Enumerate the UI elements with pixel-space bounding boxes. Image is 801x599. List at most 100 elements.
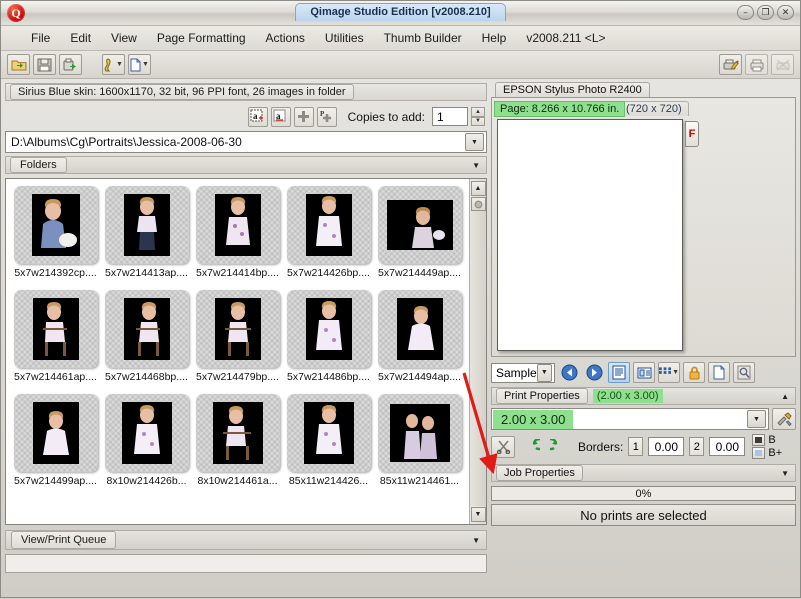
thumbnail-scrollbar[interactable]: ▲ ▼ — [469, 179, 486, 524]
menu-thumb-builder[interactable]: Thumb Builder — [374, 28, 472, 48]
folders-bar[interactable]: Folders ▼ — [5, 156, 487, 174]
page-flag-tab[interactable]: F — [685, 121, 699, 147]
job-properties-expand-icon[interactable]: ▼ — [781, 469, 789, 478]
list-view-icon[interactable] — [633, 362, 655, 383]
chevron-down-icon[interactable]: ▼ — [116, 61, 123, 68]
thumbnail-frame[interactable] — [377, 394, 462, 472]
thumbnail-frame[interactable] — [13, 394, 98, 472]
thumbnail-frame[interactable] — [195, 186, 280, 264]
scroll-down-button[interactable]: ▼ — [470, 507, 486, 522]
menu-file[interactable]: File — [21, 28, 60, 48]
stepper-up[interactable]: ▲ — [471, 107, 485, 117]
print-cell[interactable] — [591, 129, 631, 198]
thumbnail-photo[interactable] — [121, 402, 172, 464]
thumbnail-frame[interactable] — [377, 290, 462, 368]
thumbnail-item[interactable]: 8x10w214461a... — [192, 391, 283, 487]
thumbnail-item[interactable]: 8x10w214426b... — [101, 391, 192, 487]
lock-icon[interactable] — [683, 362, 705, 383]
new-doc-icon[interactable] — [708, 362, 730, 383]
job-properties-tab[interactable]: Job Properties — [496, 464, 583, 481]
thumbnail-photo[interactable] — [32, 402, 79, 464]
print-edit-icon[interactable] — [719, 54, 742, 75]
border1-input[interactable]: 0.00 — [648, 437, 685, 456]
save-icon[interactable] — [33, 54, 56, 75]
page-view-icon[interactable] — [608, 362, 630, 383]
print-cell[interactable] — [591, 272, 631, 341]
menu-help[interactable]: Help — [472, 28, 517, 48]
print-properties-collapse-icon[interactable]: ▲ — [781, 392, 789, 401]
grid-dropdown-icon[interactable]: ▼ — [672, 369, 679, 376]
print-cell[interactable] — [549, 129, 589, 198]
page-sheet[interactable] — [497, 119, 683, 351]
folder-path-dropdown-icon[interactable]: ▼ — [465, 133, 484, 151]
thumbnail-photo[interactable] — [305, 298, 352, 360]
thumbnail-photo[interactable] — [214, 298, 261, 360]
job-properties-bar[interactable]: Job Properties ▼ — [491, 464, 796, 482]
chevron-down-icon-2[interactable]: ▼ — [142, 61, 149, 68]
view-print-queue-tab[interactable]: View/Print Queue — [11, 530, 117, 549]
menu-page-formatting[interactable]: Page Formatting — [147, 28, 256, 48]
scroll-thumb[interactable] — [470, 197, 486, 211]
thumbnail-item[interactable]: 5x7w214426bp.... — [283, 183, 374, 279]
thumbnail-item[interactable]: 5x7w214479bp.... — [192, 287, 283, 383]
print-cell[interactable] — [508, 200, 548, 270]
thumbnail-frame[interactable] — [104, 290, 189, 368]
rotate-left-icon[interactable] — [520, 436, 542, 457]
thumbnail-frame[interactable] — [13, 186, 98, 264]
add-all-icon[interactable]: a — [247, 106, 268, 127]
thumbnail-panel[interactable]: 5x7w214392cp.... 5x7w214413ap.... 5x7w21… — [5, 178, 487, 525]
copies-input[interactable]: 1 — [432, 107, 468, 126]
thumbnail-photo[interactable] — [214, 194, 261, 256]
print-cell[interactable] — [549, 272, 589, 341]
open-folder-icon[interactable] — [7, 54, 30, 75]
menu-utilities[interactable]: Utilities — [315, 28, 374, 48]
border-mode-bplus[interactable]: B+ — [752, 447, 782, 459]
thumbnail-frame[interactable] — [195, 394, 280, 472]
thumbnail-frame[interactable] — [286, 394, 371, 472]
thumbnail-item[interactable]: 85x11w214426... — [283, 391, 374, 487]
print-cell[interactable] — [591, 200, 631, 270]
thumbnail-photo[interactable] — [123, 194, 170, 256]
copies-stepper[interactable]: ▲ ▼ — [471, 107, 485, 126]
thumbnail-photo[interactable] — [386, 200, 453, 250]
plus-icon[interactable] — [293, 106, 314, 127]
thumbnail-item[interactable]: 5x7w214499ap.... — [10, 391, 101, 487]
menu-actions[interactable]: Actions — [256, 28, 315, 48]
sample-value[interactable]: Sample — [492, 366, 537, 380]
thumbnail-photo[interactable] — [212, 402, 263, 464]
thumbnail-item[interactable]: 5x7w214486bp.... — [283, 287, 374, 383]
print-properties-tab[interactable]: Print Properties — [496, 387, 588, 404]
thumbnail-item[interactable]: 5x7w214414bp.... — [192, 183, 283, 279]
thumbnail-item[interactable]: 5x7w214494ap.... — [374, 287, 465, 383]
menu-edit[interactable]: Edit — [60, 28, 101, 48]
print-cell[interactable] — [549, 200, 589, 270]
preview-icon[interactable] — [733, 362, 755, 383]
thumbnail-frame[interactable] — [13, 290, 98, 368]
print-cell[interactable] — [508, 129, 548, 198]
close-button[interactable]: ✕ — [777, 5, 794, 20]
minimize-button[interactable]: – — [737, 5, 754, 20]
folders-expand-icon[interactable]: ▼ — [472, 161, 480, 170]
thumbnail-photo[interactable] — [305, 194, 352, 256]
thumbnail-item[interactable]: 85x11w214461... — [374, 391, 465, 487]
print-cell[interactable] — [632, 200, 672, 270]
thumbnail-photo[interactable] — [389, 404, 450, 462]
view-print-queue-bar[interactable]: View/Print Queue ▼ — [5, 530, 487, 550]
thumbnail-item[interactable]: 5x7w214449ap.... — [374, 183, 465, 279]
thumbnail-frame[interactable] — [195, 290, 280, 368]
print-icon[interactable] — [745, 54, 768, 75]
border-mode-b[interactable]: B — [752, 434, 782, 446]
sample-dropdown-icon[interactable]: ▼ — [536, 363, 552, 382]
print-cell[interactable] — [508, 272, 548, 341]
scroll-up-button[interactable]: ▲ — [470, 181, 486, 196]
print-size-combo[interactable]: 2.00 x 3.00 ▼ — [491, 408, 769, 430]
thumbnail-item[interactable]: 5x7w214413ap.... — [101, 183, 192, 279]
stepper-down[interactable]: ▼ — [471, 116, 485, 126]
print-cell[interactable] — [632, 272, 672, 341]
add-selected-icon[interactable]: a — [270, 106, 291, 127]
menu-view[interactable]: View — [101, 28, 147, 48]
thumbnail-item[interactable]: 5x7w214468bp.... — [101, 287, 192, 383]
print-size-dropdown-icon[interactable]: ▼ — [747, 410, 766, 428]
thumbnail-frame[interactable] — [377, 186, 462, 264]
border-b-swatch[interactable] — [752, 434, 766, 446]
